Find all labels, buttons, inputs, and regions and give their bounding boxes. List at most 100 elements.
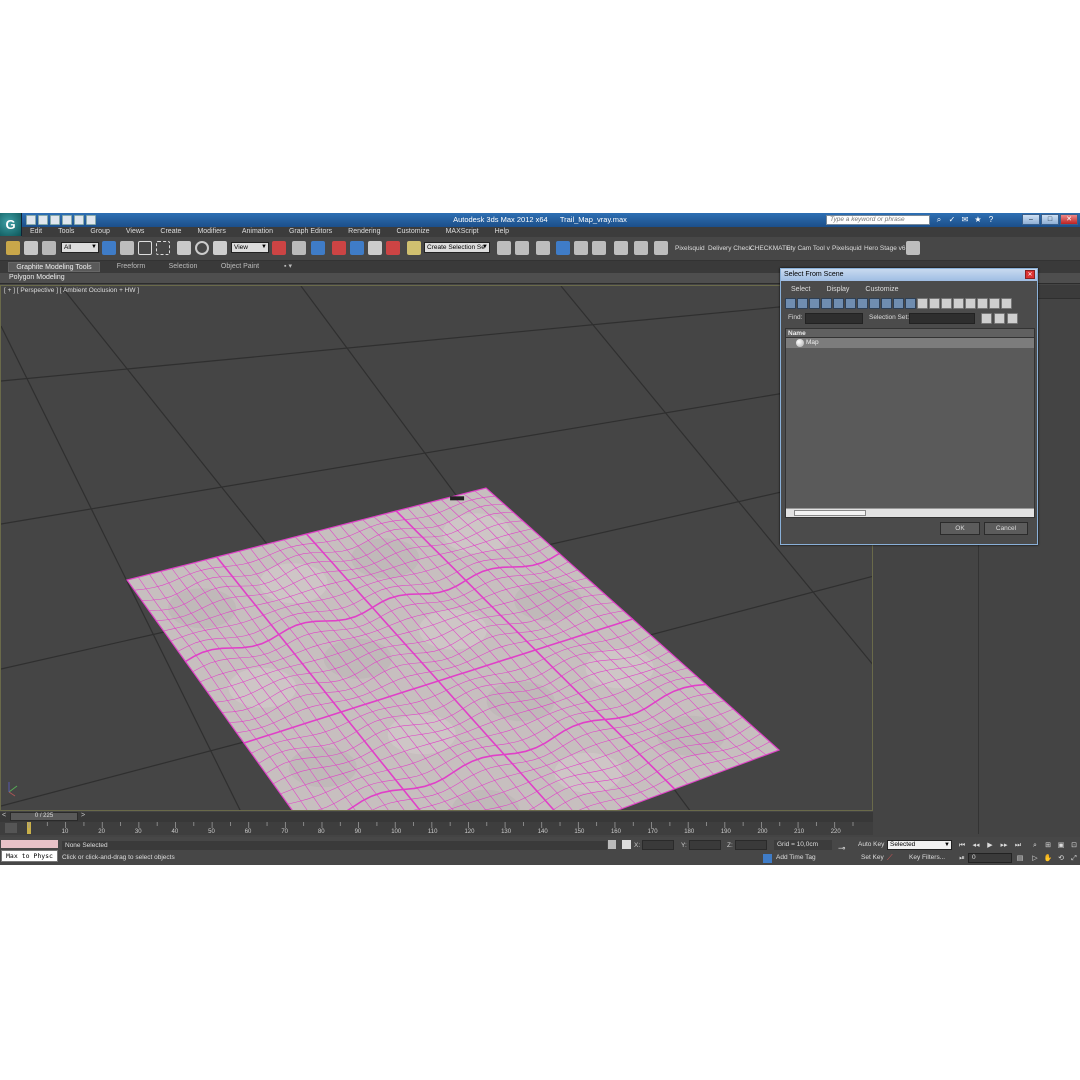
- expand-icon[interactable]: [994, 313, 1005, 324]
- plugin-button-5[interactable]: Pixelsquid: [832, 245, 862, 252]
- bind-to-space-warp-icon[interactable]: [42, 241, 56, 255]
- display-helpers-icon[interactable]: [833, 298, 844, 309]
- find-input[interactable]: [805, 313, 863, 324]
- viewport-label[interactable]: [ + ] [ Perspective ] [ Ambient Occlusio…: [4, 287, 139, 294]
- graphite-toggle-icon[interactable]: [556, 241, 570, 255]
- menu-rendering[interactable]: Rendering: [340, 227, 388, 237]
- maximize-button[interactable]: □: [1041, 214, 1059, 225]
- menu-graph-editors[interactable]: Graph Editors: [281, 227, 340, 237]
- pivot-point-center-icon[interactable]: [272, 241, 286, 255]
- angle-snap-icon[interactable]: [350, 241, 364, 255]
- keyword-search-input[interactable]: Type a keyword or phrase: [826, 215, 930, 225]
- play-icon[interactable]: ▶: [985, 841, 995, 850]
- map-mesh[interactable]: [126, 487, 781, 811]
- zoom-icon[interactable]: ⌕: [1030, 841, 1040, 850]
- tab-freeform[interactable]: Freeform: [108, 262, 154, 272]
- help-icon[interactable]: ?: [986, 214, 996, 225]
- select-and-rotate-icon[interactable]: [195, 241, 209, 255]
- field-of-view-icon[interactable]: ▷: [1030, 854, 1040, 863]
- teapot-icon[interactable]: [906, 241, 920, 255]
- select-and-link-icon[interactable]: [6, 241, 20, 255]
- object-list[interactable]: Name Map: [785, 328, 1035, 518]
- column-header-name[interactable]: Name: [786, 329, 1034, 338]
- tab-object-paint[interactable]: Object Paint: [214, 262, 266, 272]
- next-frame-icon[interactable]: ▸▸: [999, 841, 1009, 850]
- plugin-button-2[interactable]: Delivery Check: [708, 245, 752, 252]
- zoom-all-icon[interactable]: ⊞: [1043, 841, 1053, 850]
- scrollbar-thumb[interactable]: [794, 510, 866, 516]
- menu-group[interactable]: Group: [82, 227, 117, 237]
- orbit-icon[interactable]: ⟲: [1056, 854, 1066, 863]
- display-cameras-icon[interactable]: [821, 298, 832, 309]
- dialog-menu-select[interactable]: Select: [785, 284, 816, 295]
- display-geometry-icon[interactable]: [785, 298, 796, 309]
- display-groups-icon[interactable]: [857, 298, 868, 309]
- tab-selection[interactable]: Selection: [160, 262, 206, 272]
- zoom-extents-all-icon[interactable]: ⊡: [1069, 841, 1079, 850]
- render-setup-icon[interactable]: [634, 241, 648, 255]
- minimize-button[interactable]: –: [1022, 214, 1040, 225]
- select-object-icon[interactable]: [102, 241, 116, 255]
- edit-named-selection-icon[interactable]: [407, 241, 421, 255]
- plugin-button-1[interactable]: Pixelsquid: [675, 245, 705, 252]
- horizontal-scrollbar[interactable]: [786, 508, 1034, 517]
- select-and-manipulate-icon[interactable]: [292, 241, 306, 255]
- spinner-snap-icon[interactable]: [386, 241, 400, 255]
- previous-frame-icon[interactable]: ◂◂: [971, 841, 981, 850]
- render-frame-icon[interactable]: [654, 241, 668, 255]
- viewport-canvas[interactable]: [1, 286, 873, 811]
- menu-modifiers[interactable]: Modifiers: [189, 227, 233, 237]
- cancel-button[interactable]: Cancel: [984, 522, 1028, 535]
- rectangular-selection-icon[interactable]: [138, 241, 152, 255]
- curve-editor-icon[interactable]: [574, 241, 588, 255]
- select-invert-icon[interactable]: [977, 298, 988, 309]
- time-configuration-icon[interactable]: ▤: [1015, 854, 1025, 863]
- add-time-tag-button[interactable]: Add Time Tag: [776, 854, 816, 861]
- display-frozen-icon[interactable]: [905, 298, 916, 309]
- dialog-close-button[interactable]: ✕: [1025, 270, 1035, 279]
- plugin-button-6[interactable]: Hero Stage v6: [864, 245, 906, 252]
- menu-tools[interactable]: Tools: [50, 227, 82, 237]
- current-frame-field[interactable]: 0: [968, 853, 1012, 863]
- hierarchy-icon[interactable]: [981, 313, 992, 324]
- reference-coordinate-dropdown[interactable]: View ▼: [231, 242, 269, 253]
- time-slider-thumb[interactable]: 0 / 225: [10, 812, 78, 821]
- layer-manager-icon[interactable]: [536, 241, 550, 255]
- collapse-icon[interactable]: [1007, 313, 1018, 324]
- zoom-extents-icon[interactable]: ▣: [1056, 841, 1066, 850]
- menu-animation[interactable]: Animation: [234, 227, 281, 237]
- menu-maxscript[interactable]: MAXScript: [438, 227, 487, 237]
- tab-graphite-modeling-tools[interactable]: Graphite Modeling Tools: [8, 262, 100, 272]
- display-bones-icon[interactable]: [881, 298, 892, 309]
- time-tag-icon[interactable]: [763, 854, 772, 863]
- ribbon-minimize-icon[interactable]: ▪ ▾: [278, 262, 298, 272]
- select-by-name-icon[interactable]: [120, 241, 134, 255]
- display-invert-icon[interactable]: [941, 298, 952, 309]
- binoculars-icon[interactable]: ⌕: [934, 214, 944, 225]
- named-selection-set-dropdown[interactable]: Create Selection Se ▼: [424, 242, 490, 253]
- select-and-move-icon[interactable]: [177, 241, 191, 255]
- x-coordinate-field[interactable]: [642, 840, 674, 850]
- z-coordinate-field[interactable]: [735, 840, 767, 850]
- slider-prev-icon[interactable]: <: [2, 812, 6, 819]
- percent-snap-icon[interactable]: [368, 241, 382, 255]
- schematic-view-icon[interactable]: [592, 241, 606, 255]
- display-shapes-icon[interactable]: [797, 298, 808, 309]
- perspective-viewport[interactable]: [ + ] [ Perspective ] [ Ambient Occlusio…: [0, 285, 873, 811]
- display-none-icon[interactable]: [929, 298, 940, 309]
- sort-icon[interactable]: [1001, 298, 1012, 309]
- go-to-start-icon[interactable]: ⏮: [957, 841, 967, 850]
- maxscript-listener-mini[interactable]: [1, 840, 58, 848]
- close-window-button[interactable]: ✕: [1060, 214, 1078, 225]
- select-and-scale-icon[interactable]: [213, 241, 227, 255]
- align-icon[interactable]: [515, 241, 529, 255]
- menu-views[interactable]: Views: [118, 227, 153, 237]
- absolute-mode-icon[interactable]: [622, 840, 631, 849]
- list-item[interactable]: Map: [786, 338, 1034, 348]
- keyboard-shortcut-override-icon[interactable]: [311, 241, 325, 255]
- y-coordinate-field[interactable]: [689, 840, 721, 850]
- slider-next-icon[interactable]: >: [81, 812, 85, 819]
- material-editor-icon[interactable]: [614, 241, 628, 255]
- display-xrefs-icon[interactable]: [869, 298, 880, 309]
- menu-customize[interactable]: Customize: [388, 227, 437, 237]
